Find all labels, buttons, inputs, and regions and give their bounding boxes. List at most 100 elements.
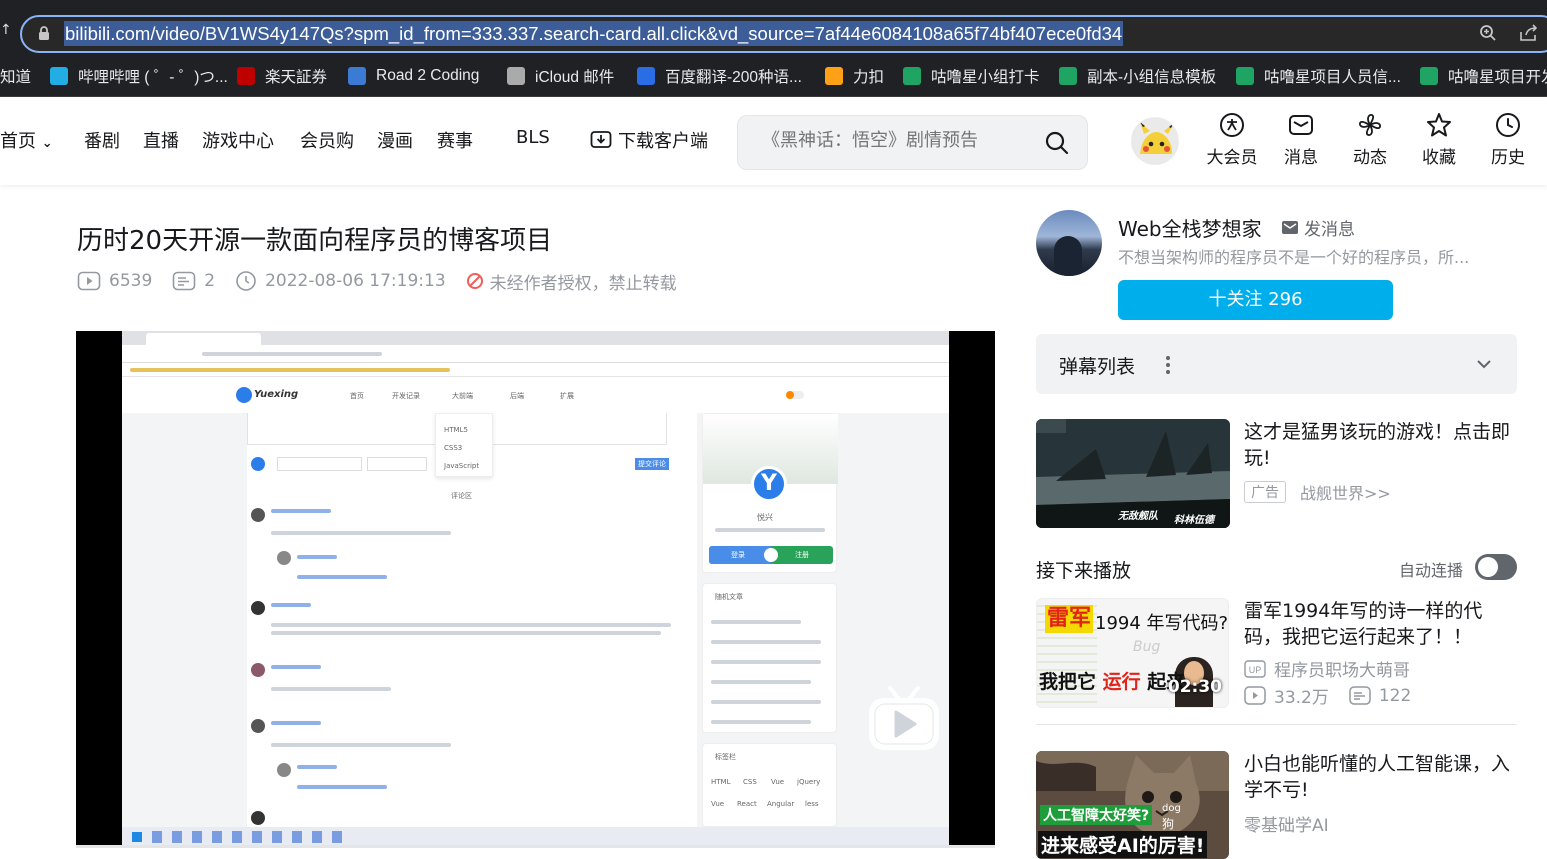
- recorded-tag-4: Vue: [711, 800, 725, 808]
- send-message-button[interactable]: 发消息: [1282, 215, 1355, 240]
- danmaku-count: 2: [172, 271, 215, 291]
- autoplay-label: 自动连播: [1399, 561, 1464, 580]
- bookmark-favicon-icon: [637, 67, 655, 85]
- svg-text:UP: UP: [1249, 665, 1262, 675]
- rec2-thumb-text-2: 进来感受AI的厉害!: [1038, 831, 1208, 858]
- video-player[interactable]: Yuexing 首页 开发记录 大前端 后端 扩展 提交评论 评论区 HTML5…: [76, 331, 995, 847]
- header-dynamic[interactable]: 动态: [1340, 112, 1400, 168]
- bookmark-label: 百度翻译-200种语...: [665, 69, 802, 86]
- nav-download-client[interactable]: 下载客户端: [590, 127, 708, 153]
- recommendation-thumbnail[interactable]: 雷军 1994 年写代码? Bug 我把它 运行 起来 02:30: [1036, 598, 1229, 708]
- autoplay-toggle[interactable]: [1475, 554, 1517, 580]
- chevron-down-icon[interactable]: [1476, 356, 1492, 372]
- uploader-name[interactable]: Web全栈梦想家: [1118, 213, 1262, 242]
- duration-badge: 02:30: [1167, 677, 1222, 697]
- bookmark-item[interactable]: 楽天証券: [237, 56, 327, 96]
- bookmark-item[interactable]: Road 2 Coding: [348, 56, 479, 96]
- bookmark-item[interactable]: iCloud 邮件: [507, 56, 614, 96]
- search-icon[interactable]: [1044, 130, 1070, 156]
- recorded-nav-2: 大前端: [452, 392, 473, 400]
- search-input[interactable]: [762, 130, 1002, 151]
- bilibili-tv-play-icon[interactable]: [866, 684, 942, 752]
- rec2-uploader[interactable]: 零基础学AI: [1244, 811, 1329, 836]
- bookmark-label: 楽天証券: [265, 69, 328, 86]
- player-video-frame[interactable]: Yuexing 首页 开发记录 大前端 后端 扩展 提交评论 评论区 HTML5…: [122, 331, 949, 847]
- nav-manga[interactable]: 漫画: [377, 127, 413, 153]
- ad-thumbnail[interactable]: 无敌舰队 科林伍德: [1036, 419, 1230, 528]
- recorded-taskbar: [122, 827, 949, 847]
- recorded-nav-4: 扩展: [560, 392, 574, 400]
- rec2-title[interactable]: 小白也能听懂的人工智能课，入学不亏!: [1244, 751, 1519, 803]
- nav-home[interactable]: 首页 ⌄: [0, 127, 53, 153]
- rec1-uploader[interactable]: UP 程序员职场大萌哥: [1244, 656, 1410, 681]
- header-favorites[interactable]: 收藏: [1409, 112, 1469, 168]
- nav-esports[interactable]: 赛事: [437, 127, 473, 153]
- site-header: 首页 ⌄ 番剧 直播 游戏中心 会员购 漫画 赛事 BLS 下载客户端 《黑神话…: [0, 97, 1547, 185]
- recorded-profile-logo: Y: [751, 466, 787, 502]
- danmaku-list-panel[interactable]: 弹幕列表: [1036, 334, 1517, 394]
- video-title: 历时20天开源一款面向程序员的博客项目: [77, 226, 553, 256]
- ad-meta: 广告 战舰世界>>: [1244, 480, 1391, 504]
- recorded-tag-0: HTML: [711, 778, 731, 786]
- bookmark-label: 力扣: [853, 69, 885, 86]
- bookmark-item[interactable]: 知道: [0, 56, 31, 96]
- nav-anime[interactable]: 番剧: [84, 127, 120, 153]
- bookmark-favicon-icon: [507, 67, 525, 85]
- ad-badge: 广告: [1244, 481, 1286, 503]
- recorded-tag-5: React: [737, 800, 757, 808]
- user-avatar[interactable]: [1131, 117, 1179, 165]
- bookmark-favicon-icon: [825, 67, 843, 85]
- recommendation-thumbnail[interactable]: 人工智障太好笑? 进来感受AI的厉害! dog 狗: [1036, 751, 1229, 859]
- bookmark-favicon-icon: [1420, 67, 1438, 85]
- more-vertical-icon[interactable]: [1164, 354, 1172, 376]
- search-box[interactable]: [737, 115, 1088, 170]
- danmaku-list-title: 弹幕列表: [1059, 356, 1136, 378]
- bookmark-label: iCloud 邮件: [535, 69, 615, 86]
- bookmark-favicon-icon: [348, 67, 366, 85]
- header-vip[interactable]: 大会员: [1202, 112, 1262, 168]
- publish-time-text: 2022-08-06 17:19:13: [265, 271, 446, 291]
- share-icon[interactable]: [1519, 24, 1539, 42]
- ad-thumb-text-left: 无敌舰队: [1118, 511, 1158, 522]
- bookmark-item[interactable]: 咕噜星小组打卡: [903, 56, 1040, 96]
- bookmark-item[interactable]: 咕噜星项目开发: [1420, 56, 1547, 96]
- recorded-submit-btn: 提交评论: [635, 458, 669, 470]
- nav-game-center[interactable]: 游戏中心: [202, 127, 274, 153]
- recorded-site-logo: Yuexing: [254, 389, 299, 400]
- bookmark-item[interactable]: 咕噜星项目人员信...: [1236, 56, 1401, 96]
- view-count: 6539: [77, 271, 152, 291]
- recorded-url-bar: [122, 345, 949, 363]
- follow-button[interactable]: 十关注 296: [1118, 280, 1393, 320]
- bookmark-item[interactable]: 副本-小组信息模板: [1059, 56, 1216, 96]
- recorded-menu-html: HTML5: [444, 426, 468, 434]
- bookmark-item[interactable]: 力扣: [825, 56, 884, 96]
- nav-mall[interactable]: 会员购: [300, 127, 354, 153]
- url-text[interactable]: bilibili.com/video/BV1WS4y147Qs?spm_id_f…: [64, 21, 1124, 46]
- download-icon: [590, 131, 612, 148]
- lock-icon[interactable]: [38, 26, 50, 40]
- back-arrow-icon[interactable]: ↑: [0, 22, 12, 38]
- bookmark-item[interactable]: 百度翻译-200种语...: [637, 56, 802, 96]
- recorded-login-btn: 登录: [731, 551, 745, 559]
- bookmark-item[interactable]: 哔哩哔哩 ( ゜- ゜)つ...: [50, 56, 228, 96]
- bookmark-favicon-icon: [237, 67, 255, 85]
- header-dynamic-label: 动态: [1353, 148, 1387, 168]
- video-progress-bar[interactable]: [76, 845, 995, 848]
- recorded-nav-1: 开发记录: [392, 392, 420, 400]
- ad-title[interactable]: 这才是猛男该玩的游戏！点击即玩!: [1244, 419, 1519, 471]
- header-messages[interactable]: 消息: [1271, 112, 1331, 168]
- rec1-title[interactable]: 雷军1994年写的诗一样的代码，我把它运行起来了！！: [1244, 598, 1519, 650]
- zoom-icon[interactable]: [1479, 24, 1497, 42]
- header-messages-label: 消息: [1284, 148, 1318, 168]
- rec1-thumb-text: 1994 年写代码?: [1095, 613, 1229, 634]
- recorded-profile-name: 悦兴: [757, 513, 773, 522]
- rec1-thumb-red-text: 雷军: [1045, 605, 1094, 633]
- message-icon: [1289, 115, 1313, 135]
- bookmark-label: 咕噜星项目开发: [1448, 69, 1547, 86]
- nav-bls[interactable]: BLS: [516, 127, 550, 148]
- ad-source[interactable]: 战舰世界>>: [1300, 480, 1391, 504]
- header-history[interactable]: 历史: [1478, 112, 1538, 168]
- uploader-avatar[interactable]: [1036, 210, 1102, 276]
- nav-live[interactable]: 直播: [143, 127, 179, 153]
- rec1-views: 33.2万: [1274, 688, 1329, 708]
